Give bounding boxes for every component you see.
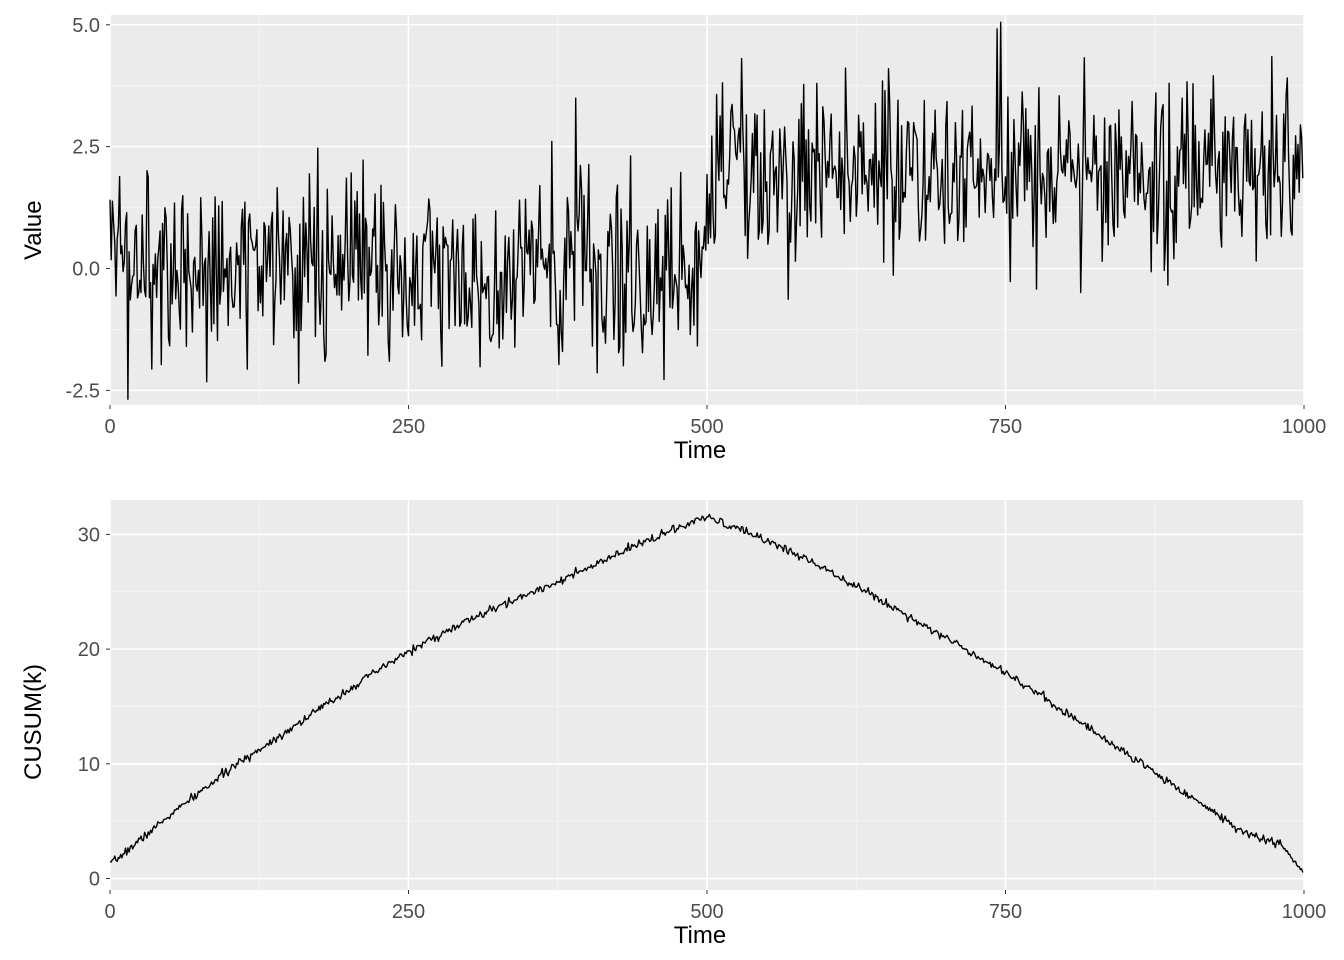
chart2-ylabel: CUSUM(k) — [20, 664, 48, 780]
xtick-label: 250 — [392, 416, 425, 438]
ytick-label: 20 — [78, 639, 100, 661]
cusum-chart: 0 10 20 30 0 250 500 750 1000 — [0, 485, 1344, 960]
xtick-label: 0 — [104, 416, 115, 438]
chart1-xlabel: Time — [600, 437, 800, 465]
xtick-label: 1000 — [1282, 901, 1327, 923]
xtick-label: 0 — [104, 901, 115, 923]
chart1-ylabel: Value — [20, 200, 48, 260]
chart2-xlabel: Time — [600, 922, 800, 950]
xtick-label: 500 — [690, 901, 723, 923]
xtick-label: 750 — [989, 901, 1022, 923]
ytick-label: 0 — [89, 869, 100, 891]
ytick-label: 5.0 — [72, 15, 100, 37]
ytick-label: -2.5 — [66, 380, 100, 402]
xtick-label: 750 — [989, 416, 1022, 438]
xtick-label: 500 — [690, 416, 723, 438]
ytick-label: 2.5 — [72, 137, 100, 159]
value-chart: -2.5 0.0 2.5 5.0 0 250 500 750 1000 — [0, 0, 1344, 475]
ytick-label: 30 — [78, 524, 100, 546]
ytick-label: 10 — [78, 754, 100, 776]
xtick-label: 250 — [392, 901, 425, 923]
ytick-label: 0.0 — [72, 259, 100, 281]
xtick-label: 1000 — [1282, 416, 1327, 438]
